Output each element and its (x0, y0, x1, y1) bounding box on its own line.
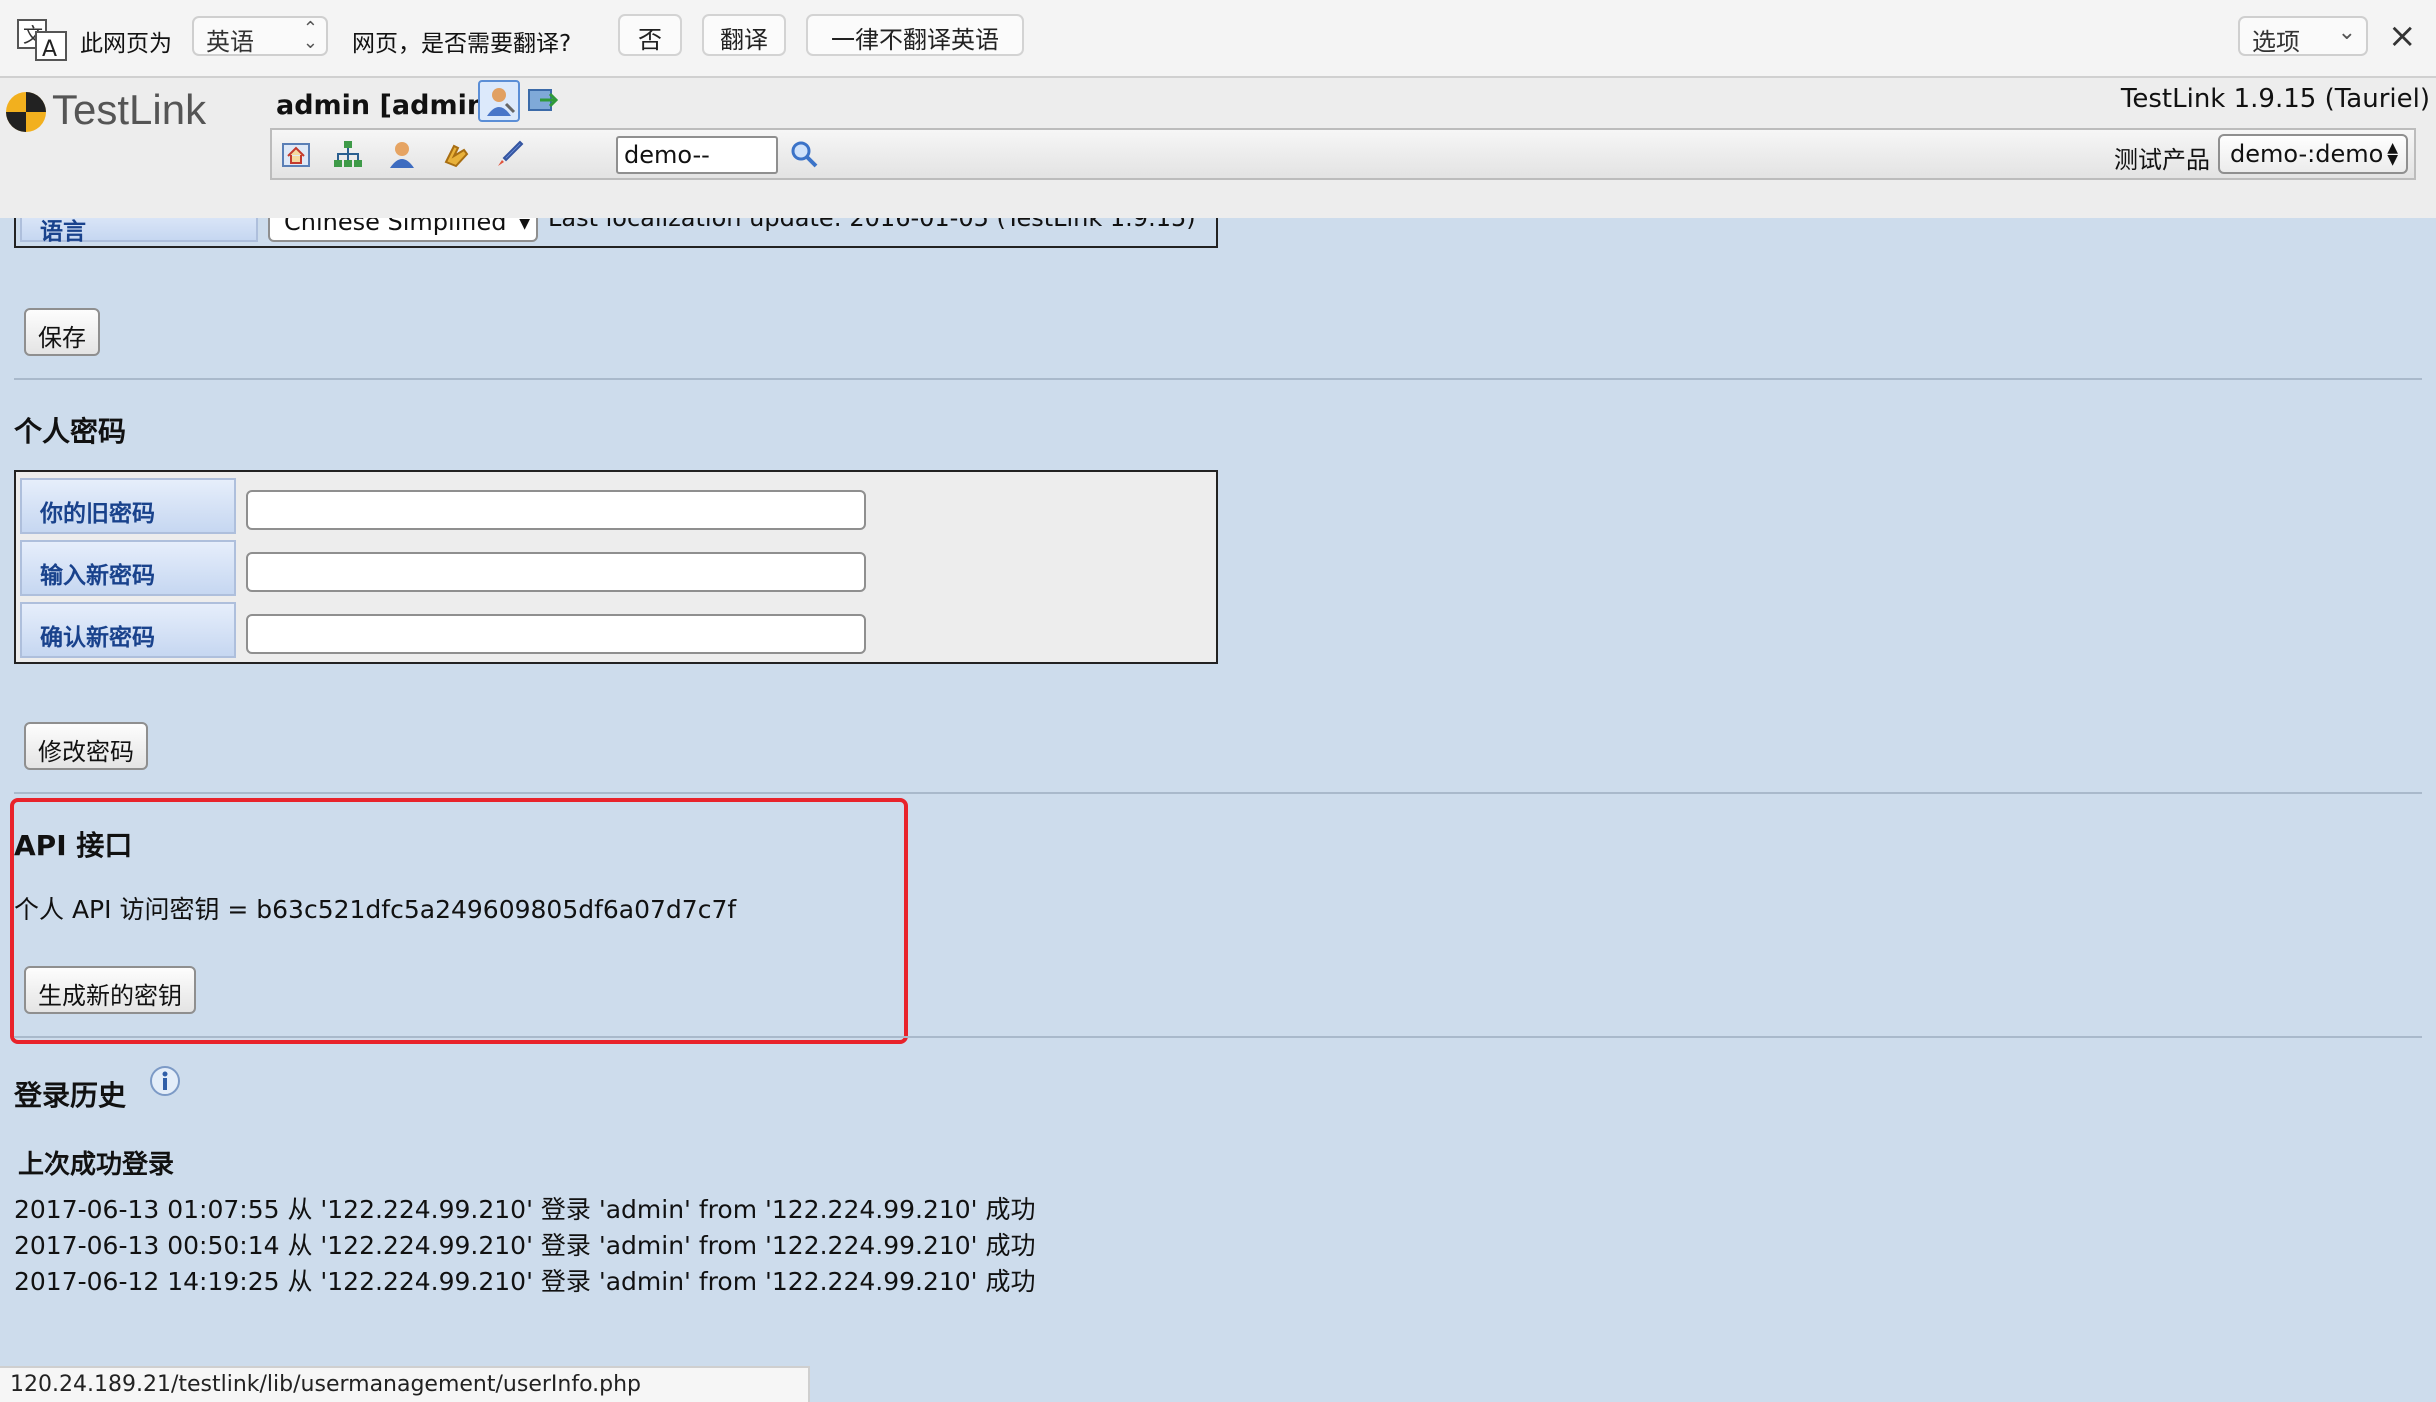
translate-button[interactable]: 翻译 (702, 14, 786, 56)
translate-prompt-prefix: 此网页为 (80, 31, 172, 57)
password-section-title: 个人密码 (14, 415, 127, 448)
chevron-down-icon: ⌄ (2337, 20, 2356, 45)
user-icon[interactable] (386, 138, 418, 170)
generate-key-button[interactable]: 生成新的密钥 (24, 966, 196, 1014)
app-version: TestLink 1.9.15 (Tauriel) (2120, 84, 2430, 114)
header-underlay (0, 180, 2436, 218)
logo-text: TestLink (52, 86, 207, 133)
old-password-label: 你的旧密码 (20, 478, 236, 534)
status-bar-url: 120.24.189.21/testlink/lib/usermanagemen… (0, 1366, 810, 1402)
translate-icon: 文 A (16, 18, 68, 62)
login-history-title: 登录历史 (14, 1079, 127, 1112)
testlink-logo[interactable]: TestLink (4, 86, 234, 134)
translate-prompt-suffix: 网页，是否需要翻译? (352, 31, 572, 57)
logout-icon[interactable] (526, 84, 559, 116)
options-label: 选项 (2252, 28, 2300, 56)
old-password-input[interactable] (246, 490, 866, 530)
save-button[interactable]: 保存 (24, 308, 100, 356)
chevron-down-icon: ▼ (519, 216, 530, 232)
new-password-label: 输入新密码 (20, 540, 236, 596)
confirm-password-input[interactable] (246, 614, 866, 654)
new-password-input[interactable] (246, 552, 866, 592)
product-value: demo-:demo (2230, 140, 2384, 168)
product-label: 测试产品 (2114, 146, 2210, 174)
info-icon[interactable] (148, 1064, 182, 1098)
language-value: 英语 (206, 28, 254, 56)
divider (14, 1036, 2422, 1038)
password-table: 你的旧密码 输入新密码 确认新密码 (14, 470, 1218, 664)
never-translate-button[interactable]: 一律不翻译英语 (806, 14, 1024, 56)
language-select[interactable]: 英语 ⌃ ⌄ (192, 16, 328, 56)
rocket-icon[interactable] (494, 138, 526, 170)
api-section-title: API 接口 (14, 829, 133, 862)
options-select[interactable]: 选项 ⌄ (2238, 16, 2368, 56)
logo-icon (6, 92, 46, 132)
api-key-text: 个人 API 访问密钥 = b63c521dfc5a249609805df6a0… (14, 895, 737, 924)
translate-bar: 文 A 此网页为 英语 ⌃ ⌄ 网页，是否需要翻译? 否 翻译 一律不翻译英语 选… (0, 0, 2436, 78)
login-entry: 2017-06-12 14:19:25 从 '122.224.99.210' 登… (14, 1267, 1036, 1296)
no-translate-button[interactable]: 否 (618, 14, 682, 56)
divider (14, 378, 2422, 380)
login-entry: 2017-06-13 01:07:55 从 '122.224.99.210' 登… (14, 1195, 1036, 1224)
current-user: admin [admin] (276, 90, 499, 121)
confirm-password-label: 确认新密码 (20, 602, 236, 658)
updown-icon: ⌃ ⌄ (302, 18, 318, 53)
user-settings-icon[interactable] (478, 80, 520, 122)
last-login-subtitle: 上次成功登录 (18, 1150, 175, 1180)
search-icon[interactable] (788, 138, 820, 170)
svg-text:A: A (42, 37, 57, 62)
divider (14, 792, 2422, 794)
login-entry: 2017-06-13 00:50:14 从 '122.224.99.210' 登… (14, 1231, 1036, 1260)
close-icon[interactable]: × (2388, 16, 2417, 56)
hand-icon[interactable] (440, 138, 472, 170)
change-password-button[interactable]: 修改密码 (24, 722, 148, 770)
home-icon[interactable] (280, 138, 312, 170)
tree-icon[interactable] (332, 138, 364, 170)
product-select[interactable]: demo-:demo ▲ ▼ (2218, 134, 2408, 174)
navigation-toolbar: demo-- 测试产品 demo-:demo ▲ ▼ (270, 128, 2416, 180)
updown-icon: ▲ ▼ (2387, 140, 2398, 168)
search-input[interactable]: demo-- (616, 136, 778, 174)
